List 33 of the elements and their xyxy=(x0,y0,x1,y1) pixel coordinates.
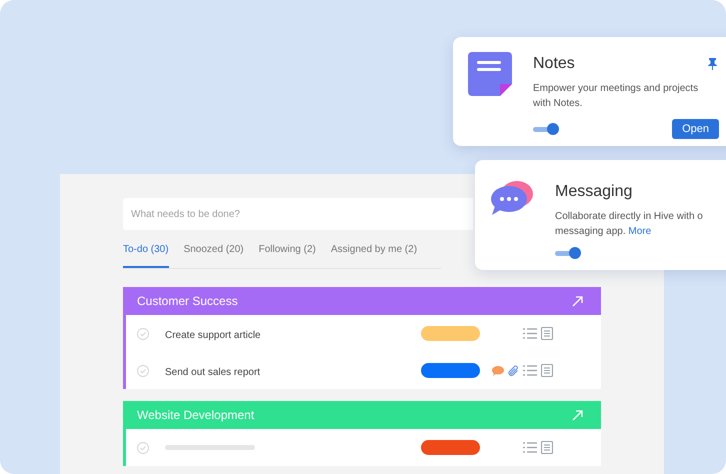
project-title: Website Development xyxy=(137,407,254,424)
tab[interactable]: Snoozed (20) xyxy=(184,240,244,268)
list-icon[interactable] xyxy=(523,328,537,339)
chat-bubbles-icon xyxy=(490,180,534,216)
tab[interactable]: Assigned by me (2) xyxy=(330,240,418,268)
search-field[interactable]: What needs to be done? xyxy=(123,198,473,230)
app-title: Messaging xyxy=(555,182,632,202)
app-description: Collaborate directly in Hive with o messaging app. More xyxy=(555,210,704,239)
tab[interactable]: Following (2) xyxy=(258,240,316,268)
task-title[interactable]: Create support article xyxy=(165,330,261,340)
document-icon[interactable] xyxy=(541,327,553,340)
more-link[interactable]: More xyxy=(628,226,652,237)
app-title: Notes xyxy=(533,54,575,74)
comment-icon[interactable] xyxy=(492,366,504,376)
checkbox-circle-icon[interactable] xyxy=(137,364,149,376)
project-title: Customer Success xyxy=(137,293,238,310)
toggle-switch[interactable] xyxy=(533,123,559,135)
paperclip-icon[interactable] xyxy=(508,364,519,376)
expand-arrow-icon[interactable] xyxy=(572,410,583,420)
expand-arrow-icon[interactable] xyxy=(572,296,583,306)
notes-icon xyxy=(468,52,512,96)
list-icon[interactable] xyxy=(523,365,537,376)
tab[interactable]: To-do (30) xyxy=(123,240,169,268)
task-title[interactable]: Send out sales report xyxy=(165,366,260,378)
app-description: Empower your meetings and projects with Notes. xyxy=(533,82,700,111)
toggle-switch[interactable] xyxy=(555,247,581,259)
checkbox-circle-icon[interactable] xyxy=(137,442,149,454)
document-icon[interactable] xyxy=(541,364,553,377)
open-button[interactable]: Open xyxy=(672,119,719,139)
checkbox-circle-icon[interactable] xyxy=(137,328,149,340)
document-icon[interactable] xyxy=(541,441,553,454)
pin-icon[interactable] xyxy=(708,58,717,70)
list-icon[interactable] xyxy=(523,442,537,453)
